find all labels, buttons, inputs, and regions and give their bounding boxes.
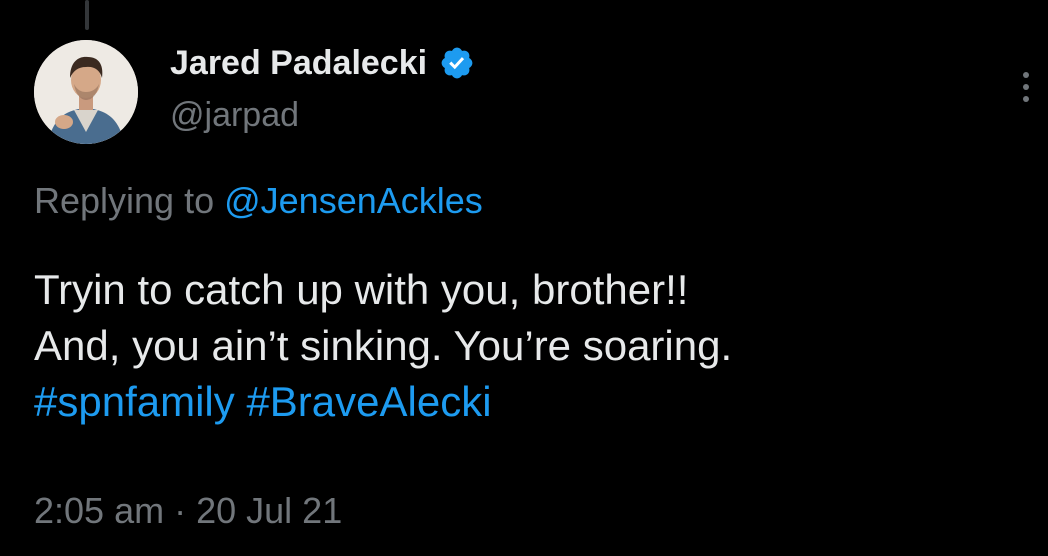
reply-prefix-label: Replying to: [34, 180, 225, 221]
reply-mention-link[interactable]: @JensenAckles: [224, 180, 483, 221]
tweet-timestamp: 2:05 am · 20 Jul 21: [34, 490, 342, 532]
hashtag-link[interactable]: #BraveAlecki: [246, 378, 491, 425]
author-name-row: Jared Padalecki: [170, 40, 475, 86]
more-options-icon: [1023, 72, 1029, 102]
thread-connector-line: [85, 0, 89, 30]
hashtag-link[interactable]: #spnfamily: [34, 378, 235, 425]
tweet-text-line: Tryin to catch up with you, brother!!: [34, 266, 689, 313]
avatar[interactable]: [34, 40, 138, 144]
hashtag-line: #spnfamily #BraveAlecki: [34, 374, 732, 430]
reply-context: Replying to @JensenAckles: [34, 180, 483, 222]
timestamp-separator: ·: [174, 490, 187, 531]
verified-badge-icon[interactable]: [439, 45, 475, 81]
tweet-date-link[interactable]: 20 Jul 21: [196, 490, 342, 531]
tweet-body: Tryin to catch up with you, brother!! An…: [34, 262, 732, 430]
tweet-time-link[interactable]: 2:05 am: [34, 490, 164, 531]
author-handle[interactable]: @jarpad: [170, 96, 299, 135]
avatar-photo: [34, 40, 138, 144]
tweet-text-line: And, you ain’t sinking. You’re soaring.: [34, 322, 733, 369]
more-options-button[interactable]: [1008, 62, 1044, 112]
author-display-name[interactable]: Jared Padalecki: [170, 44, 427, 83]
